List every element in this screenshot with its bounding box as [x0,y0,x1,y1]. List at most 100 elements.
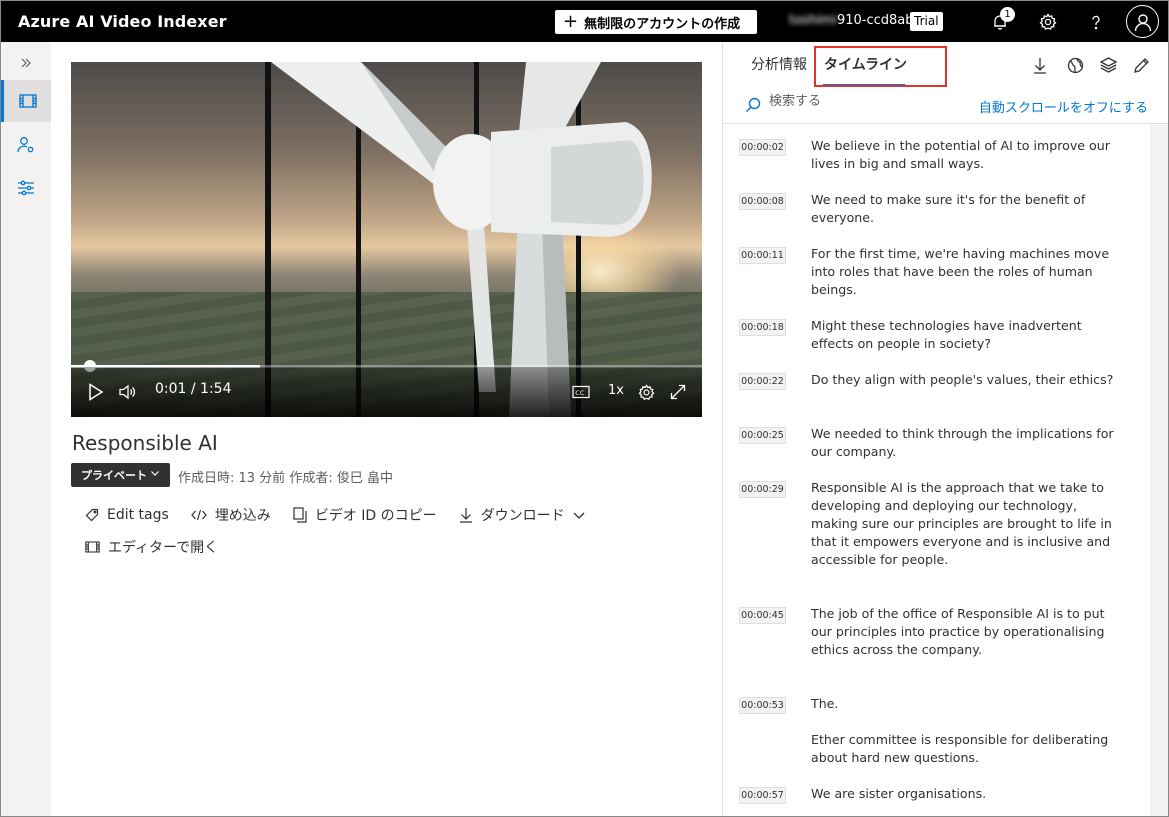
embed-label: 埋め込み [214,508,271,524]
transcript-timestamp[interactable]: 00:00:25 [739,427,786,444]
globe-icon [1067,57,1083,73]
transcript-text: The job of the office of Responsible AI … [811,606,1105,657]
notification-count: 1 [1000,7,1015,22]
notifications-button[interactable]: 1 [989,7,1015,33]
edit-button[interactable] [1130,54,1152,76]
trial-badge: Trial [910,12,943,31]
code-icon [191,509,207,521]
transcript-scrollbar[interactable] [1150,125,1168,816]
transcript-timestamp[interactable]: 00:00:22 [739,373,786,390]
tab-insights[interactable]: 分析情報 [751,54,807,74]
volume-button[interactable] [116,380,140,404]
transcript-text: We are sister organisations. [811,786,987,801]
transcript-text: Might these technologies have inadverten… [811,318,1082,351]
account-name-obscured: toshimi [789,13,837,28]
nav-settings-filters[interactable] [1,167,51,209]
nav-media-library[interactable] [1,80,51,122]
download-icon [1034,57,1046,74]
playback-speed-button[interactable]: 1x [608,383,624,398]
film-icon [18,94,37,108]
film-icon [85,541,100,553]
playback-time: 0:01 / 1:54 [155,381,232,397]
double-chevron-right-icon [21,58,31,68]
download-transcript-button[interactable] [1029,54,1051,76]
layers-button[interactable] [1097,54,1119,76]
transcript-text: Responsible AI is the approach that we t… [811,480,1112,567]
account-name-suffix: 910-ccd8ab [836,13,914,28]
download-dropdown[interactable]: ダウンロード [459,505,585,525]
fullscreen-button[interactable] [666,380,690,404]
app-title[interactable]: Azure AI Video Indexer [18,12,227,31]
layers-icon [1099,57,1117,73]
transcript-text: Ether committee is responsible for delib… [811,732,1109,765]
copy-icon [293,507,307,523]
video-metadata: 作成日時: 13 分前 作成者: 俊巳 畠中 [178,471,393,486]
transcript-timestamp[interactable]: 00:00:57 [739,787,786,804]
svg-text:CC: CC [575,389,585,397]
speaker-icon [119,384,135,400]
closed-captions-icon: CC [572,385,590,399]
embed-button[interactable]: 埋め込み [191,505,271,525]
top-bar: Azure AI Video Indexer + 無制限のアカウントの作成 to… [1,1,1168,42]
create-unlimited-account-label: 無制限のアカウントの作成 [584,16,741,32]
edit-tags-button[interactable]: Edit tags [85,507,169,523]
privacy-label: プライベート [81,469,147,482]
create-unlimited-account-button[interactable]: + 無制限のアカウントの作成 [555,10,757,34]
language-button[interactable] [1064,54,1086,76]
transcript-timestamp[interactable]: 00:00:08 [739,193,786,210]
download-label: ダウンロード [480,508,565,524]
search-icon [746,97,761,112]
transcript-text: We need to make sure it's for the benefi… [811,192,1086,225]
transcript-timestamp[interactable]: 00:00:11 [739,247,786,264]
wind-turbine-image [265,62,652,417]
player-controls: 0:01 / 1:54 CC 1x [71,367,702,417]
nav-model-customization[interactable] [1,124,51,166]
question-mark-icon [1092,15,1100,30]
transcript-timestamp[interactable]: 00:00:02 [739,139,786,156]
transcript-timestamp[interactable]: 00:00:29 [739,481,786,498]
transcript-search-input[interactable] [769,94,939,109]
transcript-text: We believe in the potential of AI to imp… [811,138,1110,171]
pencil-icon [1133,57,1149,73]
sliders-icon [18,180,34,196]
play-icon [89,383,104,401]
video-actions: Edit tags 埋め込み ビデオ ID のコピー ダウンロード [85,505,607,525]
account-name[interactable]: toshimi910-ccd8ab [789,13,914,28]
expand-diagonal-icon [670,384,686,400]
closed-captions-button[interactable]: CC [569,380,593,404]
play-button[interactable] [84,380,108,404]
timeline-tab-highlight-box [814,46,947,87]
pane-tabs: 分析情報 タイムライン [723,42,1168,88]
insights-pane: 分析情報 タイムライン 自動スクロールをオフにする 00:00:02 We bel… [722,42,1168,816]
transcript-timestamp[interactable]: 00:00:45 [739,607,786,624]
tag-icon [85,508,99,522]
gear-icon [1039,13,1057,30]
player-settings-button[interactable] [634,380,658,404]
chevron-down-icon [573,512,585,519]
transcript-search-bar: 自動スクロールをオフにする [723,88,1168,124]
video-title: Responsible AI [72,431,218,455]
download-icon [459,508,472,523]
video-player[interactable]: 0:01 / 1:54 CC 1x [71,62,702,417]
app-window: Azure AI Video Indexer + 無制限のアカウントの作成 to… [0,0,1169,817]
privacy-dropdown[interactable]: プライベート [71,463,170,487]
user-avatar-button[interactable] [1126,5,1159,38]
copy-video-id-button[interactable]: ビデオ ID のコピー [293,505,437,525]
person-icon [1134,13,1151,31]
chevron-down-icon [151,471,159,476]
turn-off-autoscroll-link[interactable]: 自動スクロールをオフにする [979,97,1148,116]
edit-tags-label: Edit tags [107,507,169,523]
transcript-text: The. [811,696,839,711]
help-button[interactable] [1085,11,1107,33]
transcript-text: Do they align with people's values, thei… [811,372,1114,387]
gear-icon [637,383,655,400]
settings-button[interactable] [1037,11,1059,33]
expand-nav-button[interactable] [1,42,51,84]
transcript-timestamp[interactable]: 00:00:53 [739,697,786,714]
transcript-text: We needed to think through the implicati… [811,426,1114,459]
left-navigation-rail [1,42,51,816]
person-settings-icon [17,137,34,153]
transcript-list: 00:00:02 We believe in the potential of A… [723,125,1149,816]
open-in-editor-button[interactable]: エディターで開く [85,537,218,557]
transcript-timestamp[interactable]: 00:00:18 [739,319,786,336]
